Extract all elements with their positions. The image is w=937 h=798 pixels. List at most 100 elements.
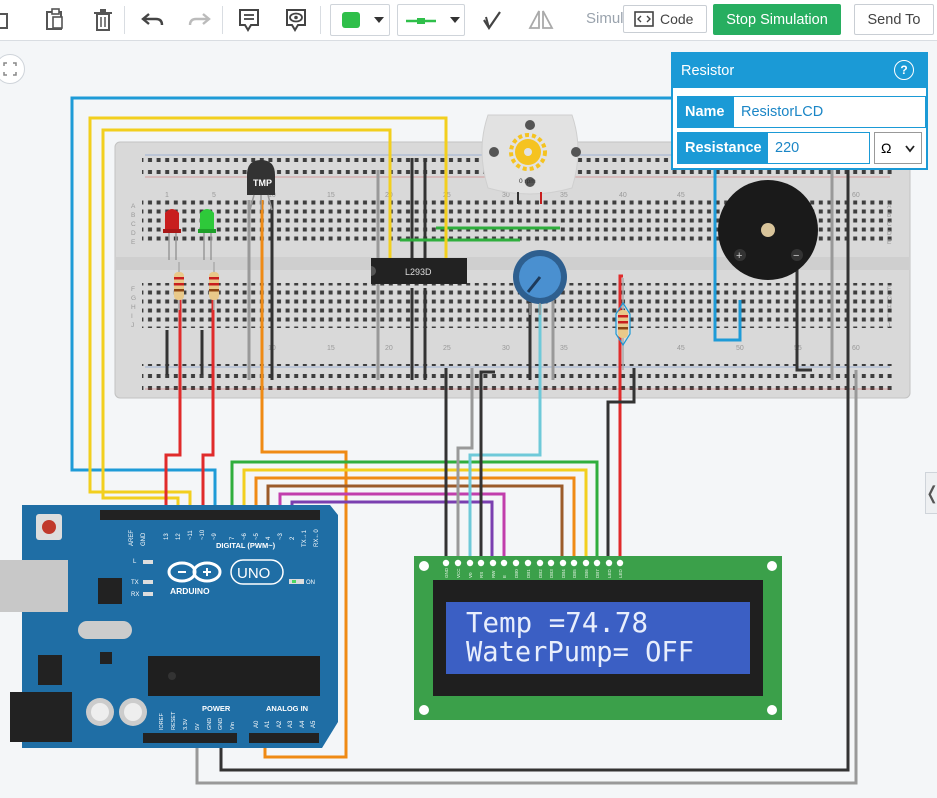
power-pin-label: 5V xyxy=(195,723,201,730)
row-letter: A xyxy=(887,203,892,210)
code-label: Code xyxy=(660,11,694,27)
rx-label: RX xyxy=(131,592,139,598)
row-letter: A xyxy=(131,203,136,210)
lcd-pin-label: LED xyxy=(618,568,623,578)
digital-header xyxy=(100,510,320,520)
resistance-unit-select[interactable]: Ω xyxy=(874,132,922,164)
chevron-down-icon xyxy=(374,17,384,23)
lcd-module[interactable]: GND VCC V0 RS RW E DB0 DB1 DB2 DB3 DB4 D… xyxy=(414,556,782,720)
buzzer-plus: + xyxy=(736,250,742,262)
row-letter: B xyxy=(131,212,135,219)
undo-icon[interactable] xyxy=(136,4,170,36)
lcd-pin-label: V0 xyxy=(468,572,473,578)
on-led xyxy=(292,580,296,583)
tmp-label: TMP xyxy=(253,178,272,188)
lcd-pin-label: DB3 xyxy=(549,569,554,578)
code-editor-icon xyxy=(634,11,654,27)
col-number: 60 xyxy=(852,345,860,352)
driver-label: L293D xyxy=(405,267,432,277)
flip-icon[interactable] xyxy=(524,4,558,36)
wire-style-dropdown[interactable] xyxy=(397,4,465,36)
power-pin-label: Vin xyxy=(230,722,236,730)
row-letter: J xyxy=(131,322,134,329)
lcd-pin-label: DB1 xyxy=(526,569,531,578)
delete-icon[interactable] xyxy=(86,4,120,36)
motor-speed: 0 rpm xyxy=(519,178,536,185)
help-icon[interactable]: ? xyxy=(894,60,914,80)
analog-pin-label: A3 xyxy=(288,720,294,728)
toolbar: Simulator time: 0 Code Stop Simulation S… xyxy=(0,0,937,41)
col-number: 40 xyxy=(619,192,627,199)
lcd-line-2: WaterPump= OFF xyxy=(466,635,694,668)
col-number: 15 xyxy=(327,192,335,199)
on-label: ON xyxy=(306,580,315,586)
lcd-pin-label: VCC xyxy=(456,568,461,578)
col-number: 50 xyxy=(736,345,744,352)
col-number: 45 xyxy=(677,345,685,352)
analog-pin-label: A0 xyxy=(254,720,260,728)
analog-header xyxy=(249,733,319,743)
power-jack xyxy=(10,692,72,742)
arduino-uno[interactable]: AREF GND 13 12 ~11 ~10 ~9 8 7 ~6 ~5 4 ~3… xyxy=(0,505,338,748)
annotation-icon[interactable] xyxy=(232,4,266,36)
color-dropdown[interactable] xyxy=(330,4,390,36)
resistor-inspector-panel: Resistor ? Name ResistorLCD Resistance 2… xyxy=(671,52,928,170)
col-number: 1 xyxy=(165,192,169,199)
col-number: 15 xyxy=(327,345,335,352)
name-input[interactable]: ResistorLCD xyxy=(733,96,926,128)
unit-value: Ω xyxy=(881,140,892,156)
power-pin-label: GND xyxy=(207,718,213,730)
color-swatch xyxy=(342,12,360,28)
lcd-pin-label: E xyxy=(502,575,507,578)
inspector-header: Resistor ? xyxy=(673,54,926,88)
row-letter: F xyxy=(131,286,135,293)
copy-icon[interactable] xyxy=(0,4,20,36)
col-number: 20 xyxy=(385,345,393,352)
lcd-pin-label: RS xyxy=(479,572,484,578)
rotate-icon[interactable] xyxy=(475,4,509,36)
view-notes-icon[interactable] xyxy=(279,4,313,36)
digital-pin-label: AREF xyxy=(129,530,135,546)
analog-pin-label: A5 xyxy=(311,720,317,728)
row-letter: E xyxy=(887,239,892,246)
row-letter: C xyxy=(131,221,136,228)
digital-pin-label: ~6 xyxy=(242,532,248,540)
lcd-pin-label: DB6 xyxy=(584,569,589,578)
digital-pin-label: ~5 xyxy=(254,532,260,540)
digital-pin-label: TX→1 xyxy=(302,529,308,547)
buzzer-minus: − xyxy=(793,250,799,262)
paste-icon[interactable] xyxy=(38,4,72,36)
digital-pin-label: 13 xyxy=(164,533,170,540)
code-button[interactable]: Code xyxy=(623,5,707,33)
row-letter: D xyxy=(887,230,892,237)
lcd-pin-label: RW xyxy=(491,570,496,578)
analog-pin-label: A4 xyxy=(300,720,306,728)
send-to-button[interactable]: Send To xyxy=(854,4,934,35)
digital-pin-label: RX←0 xyxy=(314,529,320,547)
col-number: 25 xyxy=(443,345,451,352)
arduino-brand: ARDUINO xyxy=(170,586,210,596)
col-number: 35 xyxy=(560,345,568,352)
digital-pin-label: ~11 xyxy=(188,530,194,540)
analog-pin-label: A2 xyxy=(277,720,283,728)
chevron-down-icon xyxy=(905,145,915,153)
tx-label: TX xyxy=(131,580,139,586)
l293d-motor-driver[interactable]: L293D xyxy=(371,258,467,284)
power-header xyxy=(143,733,237,743)
resistance-input[interactable]: 220 xyxy=(767,132,870,164)
stop-simulation-button[interactable]: Stop Simulation xyxy=(713,4,841,35)
inspector-title: Resistor xyxy=(681,63,735,79)
col-number: 30 xyxy=(502,192,510,199)
lcd-pin-label: GND xyxy=(444,567,449,578)
col-number: 60 xyxy=(852,192,860,199)
lcd-pin-label: DB2 xyxy=(538,569,543,578)
redo-icon[interactable] xyxy=(182,4,216,36)
lcd-pin-label: DB0 xyxy=(514,569,519,578)
piezo-buzzer[interactable]: + − xyxy=(718,180,818,280)
lcd-pin-label: DB7 xyxy=(595,569,600,578)
name-label: Name xyxy=(677,96,733,128)
row-letter: D xyxy=(131,230,136,237)
row-letter: H xyxy=(887,304,892,311)
reset-button[interactable] xyxy=(42,520,56,534)
col-number: 5 xyxy=(212,192,216,199)
